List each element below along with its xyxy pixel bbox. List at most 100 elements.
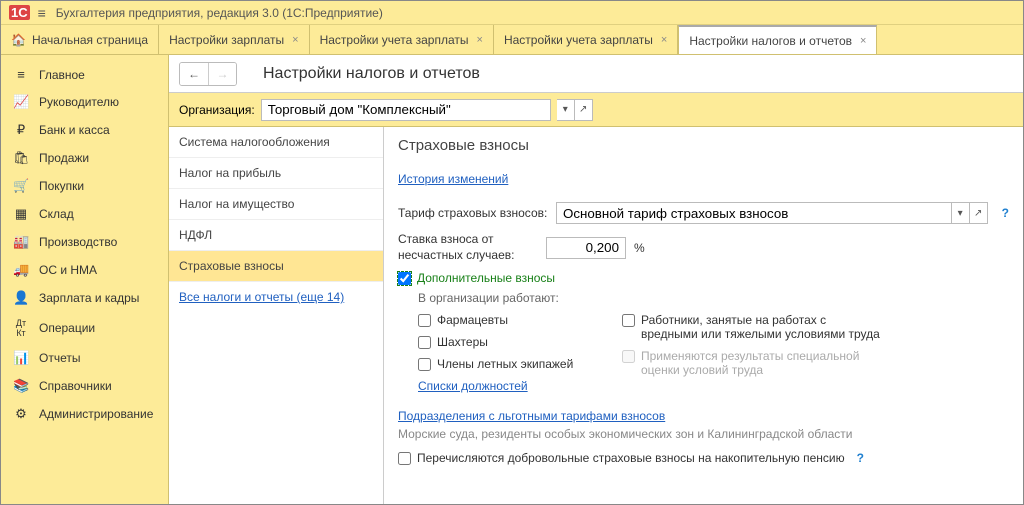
checkbox-label: Шахтеры <box>437 335 488 349</box>
miners-checkbox[interactable]: Шахтеры <box>418 335 598 349</box>
tab-item[interactable]: Настройки учета зарплаты × <box>310 25 494 54</box>
sidebar-item-reports[interactable]: 📊Отчеты <box>1 344 168 372</box>
checkbox-label: Применяются результаты специальной оценк… <box>641 349 882 377</box>
checkbox-input[interactable] <box>622 314 635 327</box>
sidebar-item-salary[interactable]: 👤 Зарплата и кадры <box>1 284 168 312</box>
main-area: ≡Главное 📈 Руководителю ₽Банк и касса 🛍Пр… <box>1 55 1023 504</box>
divisions-hint: Морские суда, резиденты особых экономиче… <box>398 427 1009 441</box>
checkbox-input[interactable] <box>398 272 411 285</box>
close-icon[interactable]: × <box>661 34 667 46</box>
tariff-input[interactable] <box>556 202 952 224</box>
tariff-label: Тариф страховых взносов: <box>398 206 548 220</box>
forward-button[interactable]: → <box>208 63 236 85</box>
checkbox-label: Работники, занятые на работах с вредными… <box>641 313 882 341</box>
toolbar: ← → Настройки налогов и отчетов <box>169 55 1023 93</box>
factory-icon: 🏭 <box>13 234 29 250</box>
settings-nav-all-link[interactable]: Все налоги и отчеты (еще 14) <box>169 282 383 312</box>
hazard-checkbox[interactable]: Работники, занятые на работах с вредными… <box>622 313 882 341</box>
tab-item[interactable]: Настройки учета зарплаты × <box>494 25 678 54</box>
pharm-checkbox[interactable]: Фармацевты <box>418 313 598 327</box>
sidebar-item-manager[interactable]: 📈 Руководителю <box>1 88 168 116</box>
dropdown-button[interactable]: ▾ <box>557 99 575 121</box>
hamburger-icon[interactable]: ≡ <box>38 5 46 21</box>
sidebar-item-sales[interactable]: 🛍Продажи <box>1 144 168 172</box>
rate-input[interactable] <box>546 237 626 259</box>
home-icon: 🏠 <box>11 33 26 47</box>
extra-checkbox[interactable]: Дополнительные взносы <box>398 271 1009 285</box>
sidebar-item-production[interactable]: 🏭 Производство <box>1 228 168 256</box>
history-link[interactable]: История изменений <box>398 172 508 186</box>
checkbox-label: Перечисляются добровольные страховые взн… <box>417 451 845 465</box>
checkbox-label: Члены летных экипажей <box>437 357 573 371</box>
tab-item[interactable]: Настройки зарплаты × <box>159 25 310 54</box>
sidebar-item-bank[interactable]: ₽Банк и касса <box>1 116 168 144</box>
rate-label: Ставка взноса от несчастных случаев: <box>398 232 538 263</box>
tab-label: Настройки налогов и отчетов <box>689 34 852 48</box>
gear-icon: ⚙ <box>13 406 29 422</box>
crew-checkbox[interactable]: Члены летных экипажей <box>418 357 598 371</box>
help-icon[interactable]: ? <box>857 451 864 465</box>
settings-nav-item-active[interactable]: Страховые взносы <box>169 251 383 282</box>
ruble-icon: ₽ <box>13 122 29 138</box>
dropdown-button[interactable]: ▾ <box>952 202 970 224</box>
sidebar-item-label: Зарплата и кадры <box>39 291 139 305</box>
sidebar-item-admin[interactable]: ⚙Администрирование <box>1 400 168 428</box>
ops-icon: ДтКт <box>13 318 29 338</box>
sidebar-item-label: Операции <box>39 321 95 335</box>
sidebar-item-label: ОС и НМА <box>39 263 97 277</box>
sidebar: ≡Главное 📈 Руководителю ₽Банк и касса 🛍Пр… <box>1 55 169 504</box>
settings-nav-item[interactable]: Налог на имущество <box>169 189 383 220</box>
sidebar-item-label: Отчеты <box>39 351 80 365</box>
checkbox-input[interactable] <box>418 358 431 371</box>
settings-pane: Страховые взносы История изменений Тариф… <box>384 127 1023 504</box>
help-icon[interactable]: ? <box>1002 206 1009 220</box>
checkbox-input <box>622 350 635 363</box>
sidebar-item-main[interactable]: ≡Главное <box>1 61 168 88</box>
tab-item-active[interactable]: Настройки налогов и отчетов × <box>678 25 877 54</box>
settings-nav-item[interactable]: Система налогообложения <box>169 127 383 158</box>
checkbox-input[interactable] <box>418 314 431 327</box>
tab-label: Настройки учета зарплаты <box>504 33 653 47</box>
sidebar-item-label: Покупки <box>39 179 84 193</box>
org-bar: Организация: ▾ ↗ <box>169 93 1023 127</box>
person-icon: 👤 <box>13 290 29 306</box>
rate-unit: % <box>634 241 645 255</box>
sidebar-item-label: Продажи <box>39 151 89 165</box>
checkbox-input[interactable] <box>418 336 431 349</box>
pane-heading: Страховые взносы <box>398 137 1009 154</box>
sidebar-item-label: Справочники <box>39 379 112 393</box>
sidebar-item-assets[interactable]: 🚚ОС и НМА <box>1 256 168 284</box>
checkbox-input[interactable] <box>398 452 411 465</box>
books-icon: 📚 <box>13 378 29 394</box>
sidebar-item-refs[interactable]: 📚 Справочники <box>1 372 168 400</box>
sidebar-item-label: Склад <box>39 207 74 221</box>
title-bar: 1C ≡ Бухгалтерия предприятия, редакция 3… <box>1 1 1023 25</box>
tab-home[interactable]: 🏠 Начальная страница <box>1 25 159 54</box>
close-icon[interactable]: × <box>860 35 866 47</box>
jobs-link[interactable]: Списки должностей <box>418 379 598 393</box>
settings-nav: Система налогообложения Налог на прибыль… <box>169 127 384 504</box>
close-icon[interactable]: × <box>477 34 483 46</box>
open-button[interactable]: ↗ <box>970 202 988 224</box>
chart-icon: 📈 <box>13 94 29 110</box>
open-button[interactable]: ↗ <box>575 99 593 121</box>
pension-checkbox[interactable]: Перечисляются добровольные страховые взн… <box>398 451 1009 465</box>
sidebar-item-purchase[interactable]: 🛒 Покупки <box>1 172 168 200</box>
close-icon[interactable]: × <box>292 34 298 46</box>
sout-checkbox: Применяются результаты специальной оценк… <box>622 349 882 377</box>
cart-icon: 🛒 <box>13 178 29 194</box>
org-input[interactable] <box>261 99 551 121</box>
divisions-link[interactable]: Подразделения с льготными тарифами взнос… <box>398 409 665 423</box>
nav-buttons: ← → <box>179 62 237 86</box>
tab-bar: 🏠 Начальная страница Настройки зарплаты … <box>1 25 1023 55</box>
sidebar-item-stock[interactable]: ▦Склад <box>1 200 168 228</box>
tab-label: Настройки учета зарплаты <box>320 33 469 47</box>
settings-nav-item[interactable]: НДФЛ <box>169 220 383 251</box>
sidebar-item-label: Руководителю <box>39 95 119 109</box>
app-title: Бухгалтерия предприятия, редакция 3.0 (1… <box>56 6 383 20</box>
back-button[interactable]: ← <box>180 63 208 85</box>
sidebar-item-label: Производство <box>39 235 117 249</box>
sidebar-item-ops[interactable]: ДтКт Операции <box>1 312 168 344</box>
org-label: Организация: <box>179 103 255 117</box>
settings-nav-item[interactable]: Налог на прибыль <box>169 158 383 189</box>
